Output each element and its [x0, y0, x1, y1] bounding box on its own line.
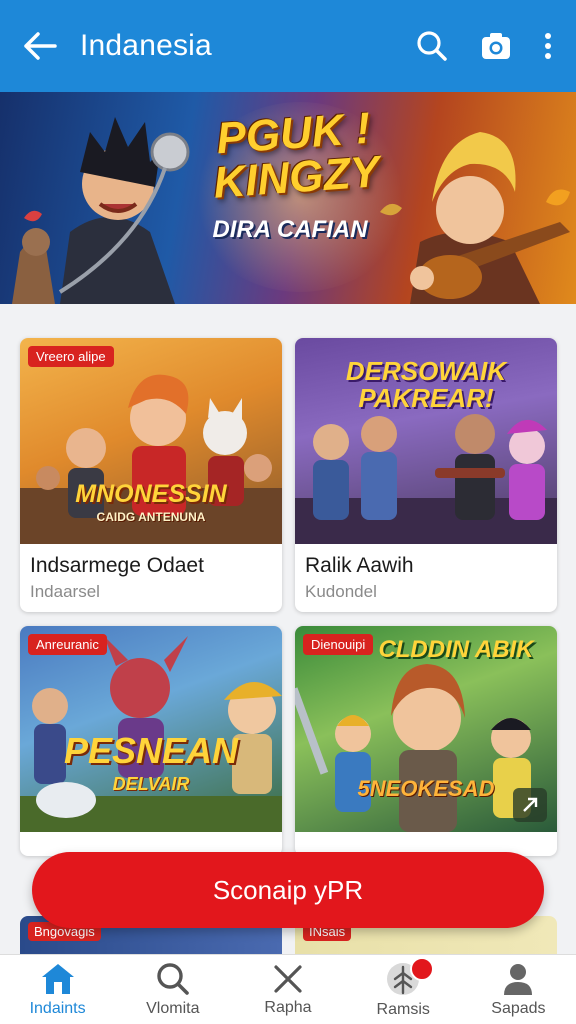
card-title: Ralik Aawih	[305, 554, 414, 577]
arrow-left-icon[interactable]	[18, 24, 62, 68]
nav-item-home[interactable]: Indaints	[0, 955, 115, 1024]
hero-banner[interactable]: PGUK ! KINGZY DIRA CAFIAN	[0, 92, 576, 304]
notification-badge	[409, 957, 434, 981]
card-art-subtitle: CAIDG ANTENUNA	[96, 510, 206, 524]
app-bar: Indanesia	[0, 0, 576, 92]
card-tag: Anreuranic	[28, 634, 107, 655]
search-icon[interactable]	[410, 24, 454, 68]
cta-button[interactable]: Sconaip yPR	[32, 852, 544, 928]
game-card[interactable]: Vreero alipe MNONESSIN CAIDG ANTENUNA In…	[20, 338, 282, 612]
game-card-image: DERSOWAIK PAKREAR!	[295, 338, 557, 544]
nav-label: Vlomita	[146, 999, 200, 1017]
game-card-artwork	[20, 636, 282, 832]
card-subtitle: Indaarsel	[30, 582, 100, 601]
game-card[interactable]: Dienouipi CLDDIN ABIK 5NEOKESAD	[295, 626, 557, 856]
banner-headline: PGUK ! KINGZY	[211, 103, 382, 208]
game-card-image: Anreuranic PESNEAN DELVAIR	[20, 626, 282, 832]
page-title: Indanesia	[80, 29, 212, 62]
bottom-nav: Indaints Vlomita Rapha Ramsis Sapads	[0, 954, 576, 1024]
nav-item-search[interactable]: Vlomita	[115, 955, 230, 1024]
card-art-subtitle: DELVAIR	[112, 774, 190, 794]
card-art-title: CLDDIN ABIK	[378, 636, 534, 663]
nav-item-profile[interactable]: Sapads	[461, 955, 576, 1024]
home-icon	[41, 963, 74, 994]
card-art-title: DERSOWAIK PAKREAR!	[345, 356, 507, 414]
game-card-image: Vreero alipe MNONESSIN CAIDG ANTENUNA	[20, 338, 282, 544]
nav-label: Indaints	[29, 999, 86, 1017]
nav-label: Sapads	[491, 999, 546, 1017]
close-icon	[274, 964, 302, 993]
game-card[interactable]: Anreuranic PESNEAN DELVAIR	[20, 626, 282, 856]
nav-label: Ramsis	[376, 1000, 430, 1018]
card-title: Indsarmege Odaet	[30, 554, 204, 577]
card-art-title: PESNEAN	[63, 730, 239, 771]
external-link-icon[interactable]	[513, 788, 547, 822]
user-icon	[504, 963, 533, 995]
card-art-title: MNONESSIN	[75, 480, 227, 508]
nav-label: Rapha	[264, 998, 312, 1016]
game-card[interactable]: DERSOWAIK PAKREAR! Ralik Aawih Kudondel	[295, 338, 557, 612]
game-card-image: Dienouipi CLDDIN ABIK 5NEOKESAD	[295, 626, 557, 832]
camera-icon[interactable]	[474, 24, 518, 68]
nav-item-close[interactable]: Rapha	[230, 955, 345, 1024]
more-vertical-icon[interactable]	[538, 24, 558, 68]
search-icon	[157, 962, 189, 995]
nav-item-leaf[interactable]: Ramsis	[346, 955, 461, 1024]
banner-subline: DIRA CAFIAN	[212, 216, 368, 243]
card-tag: Vreero alipe	[28, 346, 114, 367]
card-subtitle: Kudondel	[305, 582, 377, 601]
